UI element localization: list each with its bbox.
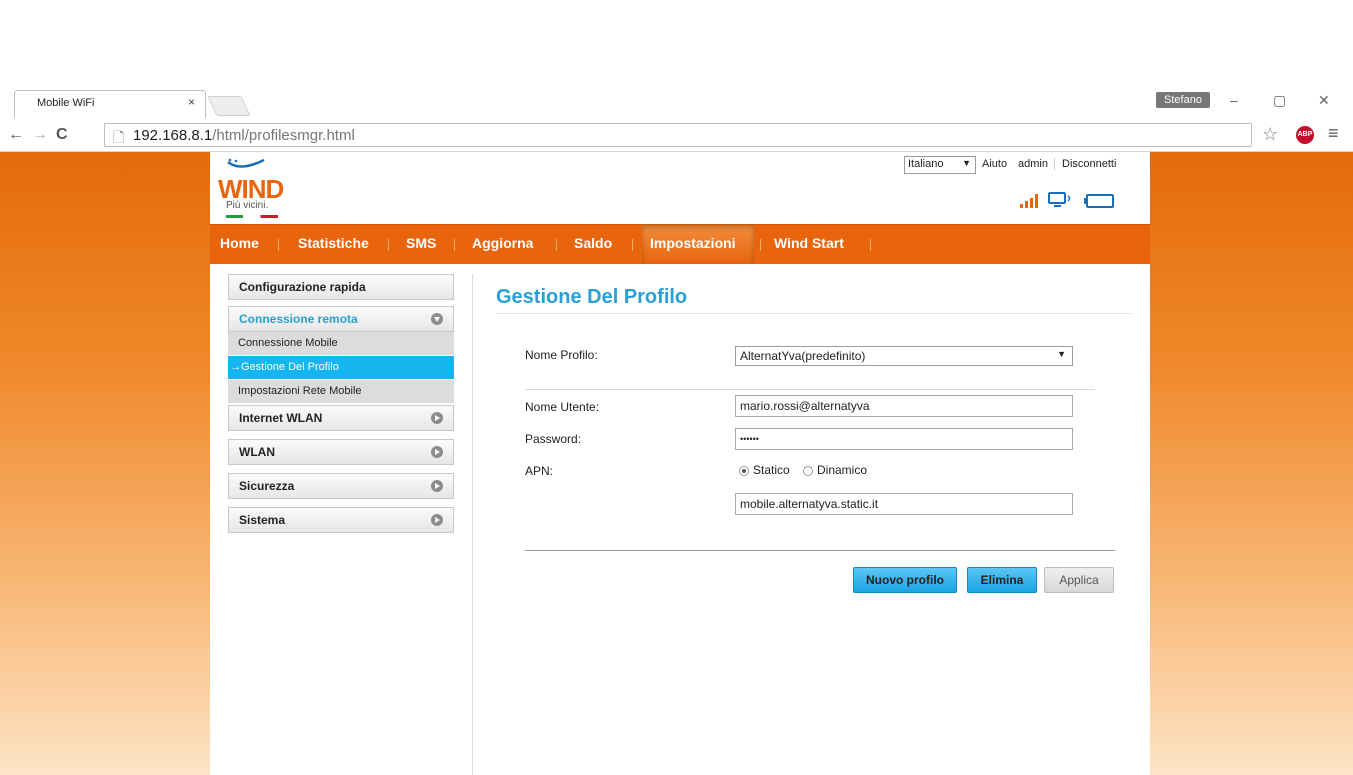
divider xyxy=(1054,158,1055,170)
sidebar-subitem-profile-management[interactable]: →Gestione Del Profilo xyxy=(228,356,454,380)
vertical-divider xyxy=(472,274,473,775)
back-icon[interactable]: ← xyxy=(8,126,24,144)
sidebar-item-label: Sistema xyxy=(239,513,286,527)
nav-home[interactable]: Home xyxy=(220,235,259,251)
sidebar-item-security[interactable]: Sicurezza xyxy=(228,473,454,499)
minimize-icon[interactable]: – xyxy=(1230,92,1238,108)
close-window-icon[interactable]: ✕ xyxy=(1318,92,1330,109)
new-profile-button[interactable]: Nuovo profilo xyxy=(853,567,957,593)
nav-separator xyxy=(388,239,389,251)
chevron-right-icon xyxy=(431,514,443,526)
sidebar-item-wlan[interactable]: WLAN xyxy=(228,439,454,465)
dropdown-arrow-icon: ▼ xyxy=(1057,349,1066,359)
page-icon: 🗋 xyxy=(113,129,125,145)
nav-separator xyxy=(278,239,279,251)
content-panel: Configurazione rapida Connessione remota… xyxy=(210,264,1150,775)
apn-field[interactable]: mobile.alternatyva.static.it xyxy=(735,493,1073,515)
sidebar-subitem-mobile-connection[interactable]: Connessione Mobile xyxy=(228,332,454,356)
user-label: admin xyxy=(1018,158,1048,170)
sidebar-item-quick-setup[interactable]: Configurazione rapida xyxy=(228,274,454,300)
language-select[interactable]: Italiano ▼ xyxy=(904,156,976,174)
form-divider xyxy=(525,389,1095,390)
sidebar-subitem-label: Connessione Mobile xyxy=(238,337,338,349)
tab-close-icon[interactable]: × xyxy=(188,95,195,109)
chevron-down-icon xyxy=(431,313,443,325)
profile-name-label: Nome Profilo: xyxy=(525,348,598,362)
address-bar[interactable]: 🗋 192.168.8.1/html/profilesmgr.html xyxy=(104,123,1252,147)
dropdown-arrow-icon: ▼ xyxy=(962,158,971,168)
italian-flag-bar xyxy=(226,215,278,218)
sidebar-item-label: Connessione remota xyxy=(239,312,358,326)
nav-statistiche[interactable]: Statistiche xyxy=(298,235,369,251)
apn-label: APN: xyxy=(525,464,554,478)
apn-static-label[interactable]: Statico xyxy=(753,463,790,477)
battery-icon xyxy=(1084,194,1114,208)
apn-dynamic-label[interactable]: Dinamico xyxy=(817,463,867,477)
chevron-right-icon xyxy=(431,480,443,492)
signal-strength-icon xyxy=(1020,194,1038,208)
chevron-right-icon xyxy=(431,446,443,458)
browser-tab[interactable]: Mobile WiFi × xyxy=(14,90,206,118)
title-divider xyxy=(496,313,1132,314)
site-header: WIND Più vicini. Italiano ▼ Aiuto admin … xyxy=(210,152,1150,224)
new-tab-button[interactable] xyxy=(207,96,251,116)
adblock-icon[interactable]: ABP xyxy=(1296,126,1314,144)
nav-separator xyxy=(760,239,761,251)
nav-separator xyxy=(454,239,455,251)
sidebar-item-label: Internet WLAN xyxy=(239,411,323,425)
sidebar-item-label: WLAN xyxy=(239,445,275,459)
sidebar-item-remote-connection[interactable]: Connessione remota xyxy=(228,306,454,332)
sidebar-item-label: Configurazione rapida xyxy=(239,280,366,294)
bookmark-star-icon[interactable]: ☆ xyxy=(1262,124,1278,145)
page-title: Gestione Del Profilo xyxy=(496,286,688,308)
nav-impostazioni[interactable]: Impostazioni xyxy=(650,235,736,251)
tab-title: Mobile WiFi xyxy=(37,97,95,109)
reload-icon[interactable]: C xyxy=(56,126,68,144)
sidebar-subitem-label: →Gestione Del Profilo xyxy=(230,361,339,373)
main-nav: Home Statistiche SMS Aggiorna Saldo Impo… xyxy=(210,224,1150,265)
sidebar-item-label: Sicurezza xyxy=(239,479,295,493)
apn-static-radio[interactable] xyxy=(739,466,749,476)
restore-icon[interactable]: ▢ xyxy=(1273,92,1286,109)
web-page: WIND Più vicini. Italiano ▼ Aiuto admin … xyxy=(0,152,1353,775)
browser-tab-bar: Mobile WiFi × Stefano – ▢ ✕ xyxy=(0,88,1353,118)
nav-separator xyxy=(632,239,633,251)
nav-wind-start[interactable]: Wind Start xyxy=(774,235,844,251)
nav-separator xyxy=(556,239,557,251)
url-text: 192.168.8.1/html/profilesmgr.html xyxy=(133,127,355,144)
nav-sms[interactable]: SMS xyxy=(406,235,436,251)
chevron-right-icon xyxy=(431,412,443,424)
username-field[interactable]: mario.rossi@alternatyva xyxy=(735,395,1073,417)
password-field[interactable]: •••••• xyxy=(735,428,1073,450)
nav-saldo[interactable]: Saldo xyxy=(574,235,612,251)
apn-dynamic-radio[interactable] xyxy=(803,466,813,476)
browser-menu-icon[interactable]: ≡ xyxy=(1328,123,1339,144)
apply-button[interactable]: Applica xyxy=(1044,567,1114,593)
sidebar-subitem-label: Impostazioni Rete Mobile xyxy=(238,385,362,397)
sidebar-item-internet-wlan[interactable]: Internet WLAN xyxy=(228,405,454,431)
form-bottom-divider xyxy=(525,550,1115,551)
username-label: Nome Utente: xyxy=(525,400,600,414)
nav-aggiorna[interactable]: Aggiorna xyxy=(472,235,533,251)
profile-select-value: AlternatYva(predefinito) xyxy=(740,349,866,363)
profile-badge[interactable]: Stefano xyxy=(1156,92,1210,108)
delete-button[interactable]: Elimina xyxy=(967,567,1037,593)
sidebar-item-system[interactable]: Sistema xyxy=(228,507,454,533)
help-link[interactable]: Aiuto xyxy=(982,158,1007,170)
address-toolbar: ← → C 🗋 192.168.8.1/html/profilesmgr.htm… xyxy=(0,118,1353,152)
connected-device-icon xyxy=(1048,192,1071,207)
profile-select[interactable]: AlternatYva(predefinito) ▼ xyxy=(735,346,1073,366)
sidebar-subitem-mobile-network-settings[interactable]: Impostazioni Rete Mobile xyxy=(228,380,454,404)
logo-tagline: Più vicini. xyxy=(226,200,269,211)
logout-link[interactable]: Disconnetti xyxy=(1062,158,1116,170)
language-value: Italiano xyxy=(908,158,944,170)
logo-swoosh-icon xyxy=(227,158,265,168)
nav-separator xyxy=(870,239,871,251)
password-label: Password: xyxy=(525,432,582,446)
forward-icon[interactable]: → xyxy=(32,126,48,144)
